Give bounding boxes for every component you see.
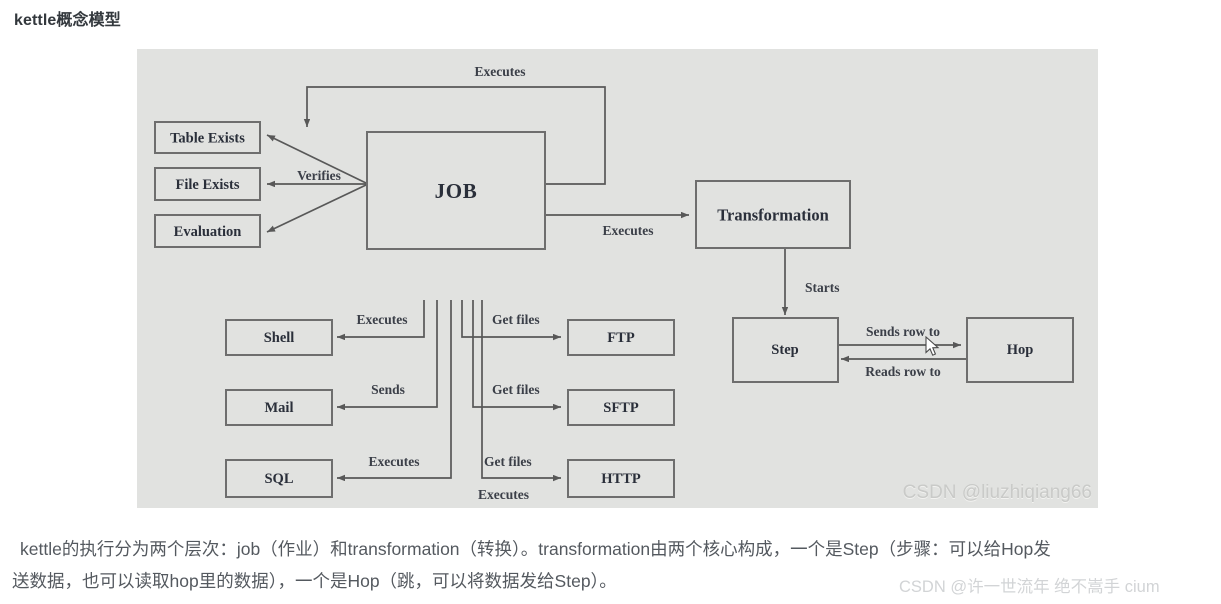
edge-label-job-to-shell: Executes bbox=[357, 312, 408, 327]
edge-job-to-http: Get files Executes bbox=[478, 300, 561, 502]
node-http[interactable]: HTTP bbox=[567, 459, 675, 498]
node-label-table-exists: Table Exists bbox=[170, 131, 245, 147]
node-sql[interactable]: SQL bbox=[225, 459, 333, 498]
edge-job-to-ftp: Get files bbox=[461, 300, 561, 341]
edge-transformation-to-step: Starts bbox=[781, 248, 840, 315]
edge-job-verifies: Verifies bbox=[266, 134, 367, 233]
node-label-file-exists: File Exists bbox=[175, 177, 239, 193]
node-label-sql: SQL bbox=[264, 471, 293, 487]
node-transformation[interactable]: Transformation bbox=[695, 180, 851, 249]
node-file-exists[interactable]: File Exists bbox=[154, 167, 261, 201]
edge-label-job-to-ftp: Get files bbox=[492, 312, 540, 327]
node-label-job: JOB bbox=[435, 179, 478, 203]
edge-job-to-shell: Executes bbox=[337, 300, 425, 341]
diagram-canvas: Executes Verifies Executes Starts Sends … bbox=[154, 64, 1074, 502]
node-label-shell: Shell bbox=[264, 330, 295, 346]
node-label-evaluation: Evaluation bbox=[174, 224, 242, 240]
node-step[interactable]: Step bbox=[732, 317, 839, 383]
node-label-sftp: SFTP bbox=[603, 400, 639, 416]
node-label-hop: Hop bbox=[1007, 342, 1034, 358]
edge-label-step-to-hop: Sends row to bbox=[866, 324, 940, 339]
caption-line-1: kettle的执行分为两个层次：job（作业）和transformation（转… bbox=[20, 539, 1051, 559]
node-ftp[interactable]: FTP bbox=[567, 319, 675, 356]
edge-label-job-to-mail: Sends bbox=[371, 382, 405, 397]
edge-label-job-to-transformation: Executes bbox=[603, 223, 654, 238]
node-label-ftp: FTP bbox=[607, 330, 635, 346]
edge-label-job-to-sftp: Get files bbox=[492, 382, 540, 397]
node-label-transformation: Transformation bbox=[717, 206, 829, 225]
caption-paragraph: kettle的执行分为两个层次：job（作业）和transformation（转… bbox=[12, 533, 1212, 597]
edge-hop-to-step: Reads row to bbox=[841, 355, 967, 379]
node-hop[interactable]: Hop bbox=[966, 317, 1074, 383]
edge-label-verifies: Verifies bbox=[297, 168, 341, 183]
node-sftp[interactable]: SFTP bbox=[567, 389, 675, 426]
edge-job-to-transformation: Executes bbox=[545, 211, 689, 238]
edge-label-job-to-sql: Executes bbox=[369, 454, 420, 469]
node-mail[interactable]: Mail bbox=[225, 389, 333, 426]
edge-label-transformation-to-step: Starts bbox=[805, 280, 840, 295]
edge-step-to-hop: Sends row to bbox=[838, 324, 961, 349]
node-shell[interactable]: Shell bbox=[225, 319, 333, 356]
kettle-concept-diagram: Executes Verifies Executes Starts Sends … bbox=[137, 49, 1098, 508]
node-evaluation[interactable]: Evaluation bbox=[154, 214, 261, 248]
edge-label-job-self-executes: Executes bbox=[475, 64, 526, 79]
node-table-exists[interactable]: Table Exists bbox=[154, 121, 261, 154]
caption-line-2: 送数据，也可以读取hop里的数据），一个是Hop（跳，可以将数据发给Step）。 bbox=[12, 571, 617, 591]
node-label-http: HTTP bbox=[601, 471, 641, 487]
page-title: kettle概念模型 bbox=[14, 12, 121, 29]
edge-label-job-to-http-executes: Executes bbox=[478, 487, 529, 502]
edge-label-hop-to-step: Reads row to bbox=[865, 364, 941, 379]
node-job[interactable]: JOB bbox=[366, 131, 546, 250]
edge-label-job-to-http: Get files bbox=[484, 454, 532, 469]
node-label-mail: Mail bbox=[265, 400, 294, 416]
node-label-step: Step bbox=[771, 342, 798, 358]
